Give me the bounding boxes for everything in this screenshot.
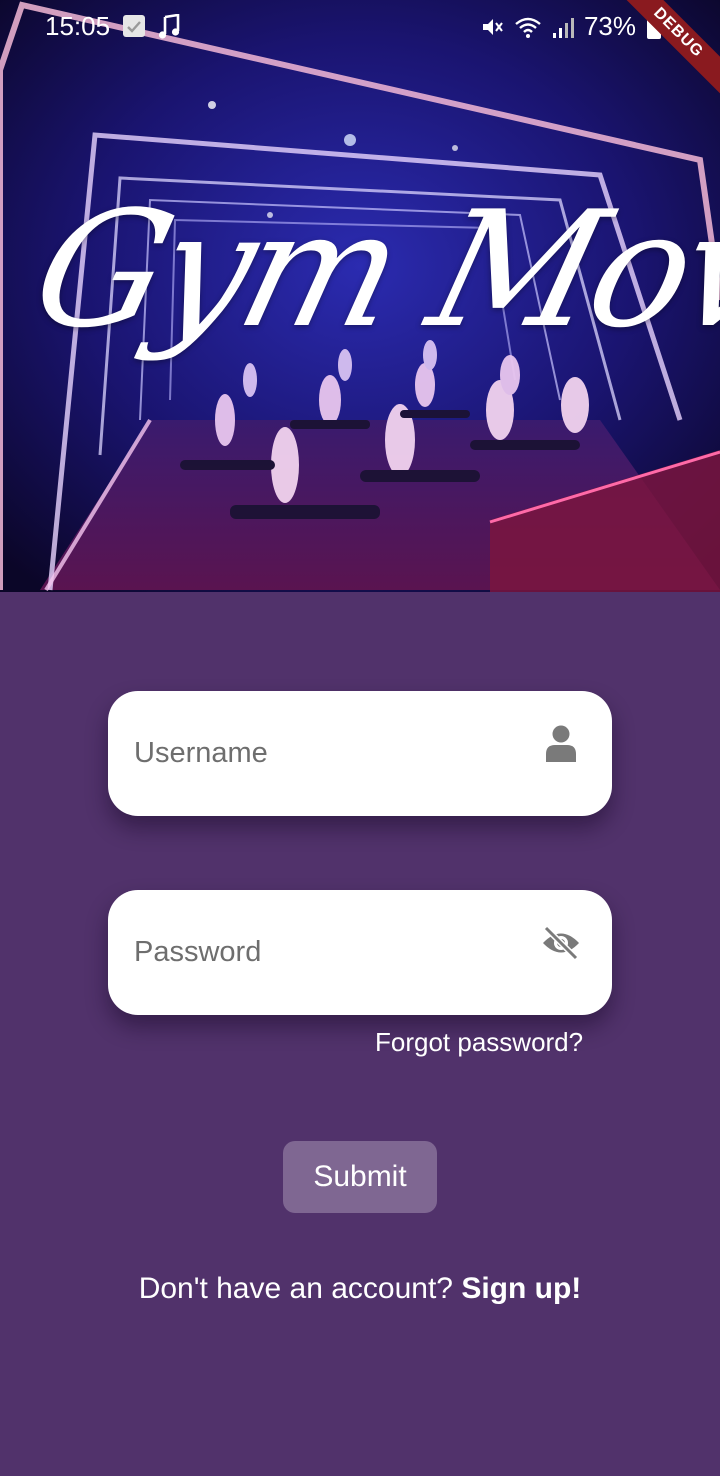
status-time: 15:05 [45, 11, 111, 41]
wifi-icon [515, 17, 541, 38]
signal-icon [552, 17, 574, 38]
person-icon [536, 719, 586, 769]
password-field[interactable] [108, 890, 612, 1015]
signup-row: Don't have an account? Sign up! [0, 1272, 720, 1306]
mute-icon [482, 18, 503, 35]
eye-off-icon[interactable] [536, 918, 586, 968]
status-bar: 15:05 73% [0, 0, 720, 52]
signup-link[interactable]: Sign up! [461, 1272, 581, 1305]
password-input[interactable] [134, 890, 514, 1015]
music-note-icon [158, 14, 180, 39]
gallery-notification-icon [123, 15, 145, 37]
app-logo-title: Gym Moves [16, 176, 720, 363]
login-screen: Gym Moves 15:05 73% DEBUG Username Forgo… [0, 0, 720, 1476]
status-notification-icons [122, 14, 180, 40]
battery-percent: 73% [583, 11, 636, 41]
submit-button[interactable]: Submit [283, 1141, 437, 1213]
hero-image: Gym Moves [0, 0, 720, 592]
signup-prompt: Don't have an account? [138, 1272, 453, 1305]
username-field[interactable] [108, 691, 612, 816]
username-input[interactable] [134, 691, 514, 816]
forgot-password-link[interactable]: Forgot password? [375, 1027, 583, 1058]
status-system-icons: 73% [480, 11, 662, 42]
